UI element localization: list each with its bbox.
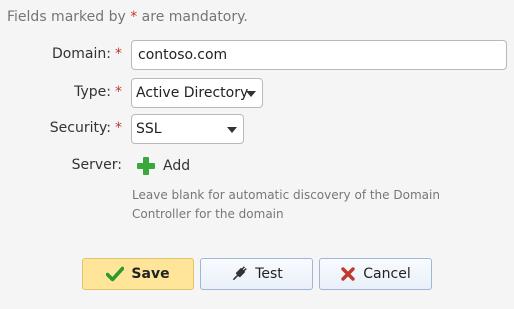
plus-icon <box>137 157 155 175</box>
server-row: Server: Add <box>0 151 514 181</box>
domain-settings-form: Fields marked by * are mandatory. Domain… <box>0 0 514 309</box>
cancel-button[interactable]: Cancel <box>319 258 432 290</box>
x-icon <box>340 266 356 282</box>
domain-label: Domain: * <box>52 46 122 62</box>
type-row: Type: * Active Directory <box>0 78 514 108</box>
save-button[interactable]: Save <box>82 258 194 290</box>
security-label-text: Security: <box>49 120 111 136</box>
domain-label-text: Domain: <box>51 46 111 62</box>
mandatory-note-prefix: Fields marked by <box>7 9 131 25</box>
server-hint: Leave blank for automatic discovery of t… <box>132 188 440 221</box>
chevron-down-icon <box>246 91 256 97</box>
security-required-star: * <box>115 120 122 136</box>
domain-row: Domain: * <box>0 40 514 70</box>
test-button[interactable]: Test <box>200 258 313 290</box>
server-label: Server: <box>72 157 122 173</box>
type-select[interactable]: Active Directory <box>131 78 263 108</box>
type-label: Type: * <box>74 84 122 100</box>
plug-icon <box>230 265 248 283</box>
domain-input[interactable] <box>131 40 507 70</box>
domain-required-star: * <box>115 46 122 62</box>
cancel-button-label: Cancel <box>363 266 411 282</box>
server-label-text: Server: <box>71 157 122 173</box>
chevron-down-icon <box>227 127 237 133</box>
type-select-value: Active Directory <box>136 85 249 101</box>
security-row: Security: * SSL <box>0 114 514 144</box>
security-select-value: SSL <box>136 121 162 137</box>
add-server-button[interactable]: Add <box>137 156 190 176</box>
save-button-label: Save <box>131 266 170 282</box>
test-button-label: Test <box>255 266 283 282</box>
add-server-label: Add <box>163 158 191 174</box>
mandatory-note: Fields marked by * are mandatory. <box>7 9 248 25</box>
type-label-text: Type: <box>74 84 111 100</box>
checkmark-icon <box>106 266 125 282</box>
security-label: Security: * <box>50 120 122 136</box>
mandatory-note-suffix: are mandatory. <box>137 9 248 25</box>
type-required-star: * <box>115 84 122 100</box>
security-select[interactable]: SSL <box>131 114 244 144</box>
